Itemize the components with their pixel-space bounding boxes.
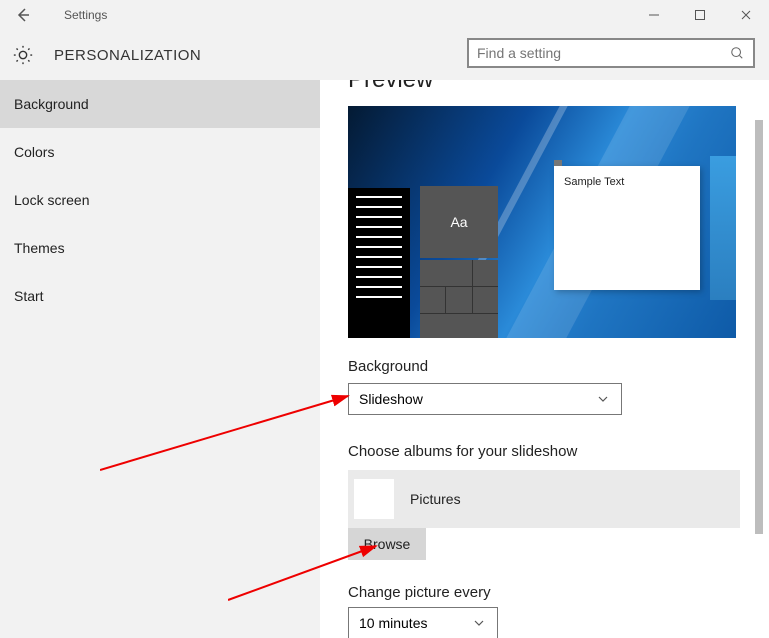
sidebar-item-colors[interactable]: Colors xyxy=(0,128,320,176)
close-icon xyxy=(740,9,752,21)
sample-window: Sample Text xyxy=(554,166,700,290)
sidebar-item-background[interactable]: Background xyxy=(0,80,320,128)
scrollbar-thumb[interactable] xyxy=(755,120,763,534)
sidebar-item-start[interactable]: Start xyxy=(0,272,320,320)
change-every-value: 10 minutes xyxy=(359,615,427,631)
album-name: Pictures xyxy=(410,491,461,507)
minimize-icon xyxy=(648,9,660,21)
chevron-down-icon xyxy=(595,391,611,407)
header-title: PERSONALIZATION xyxy=(54,47,201,64)
minimize-button[interactable] xyxy=(631,0,677,30)
sidebar-item-label: Lock screen xyxy=(14,192,89,208)
sidebar-item-label: Colors xyxy=(14,144,54,160)
change-every-label: Change picture every xyxy=(348,584,743,601)
back-button[interactable] xyxy=(0,0,46,30)
titlebar: Settings xyxy=(0,0,769,30)
background-label: Background xyxy=(348,358,743,375)
header: PERSONALIZATION xyxy=(0,30,769,80)
preview-image: Aa Sample Text xyxy=(348,106,736,338)
settings-window: Settings PERSONALIZATION Background Colo… xyxy=(0,0,769,638)
browse-button[interactable]: Browse xyxy=(348,528,426,560)
search-input[interactable] xyxy=(477,45,729,61)
back-arrow-icon xyxy=(15,7,31,23)
change-every-dropdown[interactable]: 10 minutes xyxy=(348,607,498,638)
sidebar-item-label: Themes xyxy=(14,240,65,256)
background-dropdown[interactable]: Slideshow xyxy=(348,383,622,415)
sidebar-item-themes[interactable]: Themes xyxy=(0,224,320,272)
background-dropdown-value: Slideshow xyxy=(359,391,423,407)
chevron-down-icon xyxy=(471,615,487,631)
gear-icon xyxy=(12,44,34,66)
window-title: Settings xyxy=(46,8,107,22)
sidebar-item-label: Start xyxy=(14,288,44,304)
album-row[interactable]: Pictures xyxy=(348,470,740,528)
album-thumb xyxy=(354,479,394,519)
sidebar-item-label: Background xyxy=(14,96,89,112)
preview-heading: Preview xyxy=(348,80,743,94)
body: Background Colors Lock screen Themes Sta… xyxy=(0,80,769,638)
maximize-icon xyxy=(694,9,706,21)
search-icon xyxy=(729,45,745,61)
sidebar-item-lockscreen[interactable]: Lock screen xyxy=(0,176,320,224)
main-pane: Preview xyxy=(320,80,769,638)
aa-tile: Aa xyxy=(420,186,498,258)
close-button[interactable] xyxy=(723,0,769,30)
choose-albums-label: Choose albums for your slideshow xyxy=(348,443,743,460)
sidebar: Background Colors Lock screen Themes Sta… xyxy=(0,80,320,638)
maximize-button[interactable] xyxy=(677,0,723,30)
search-box[interactable] xyxy=(467,38,755,68)
sample-text: Sample Text xyxy=(554,166,700,198)
